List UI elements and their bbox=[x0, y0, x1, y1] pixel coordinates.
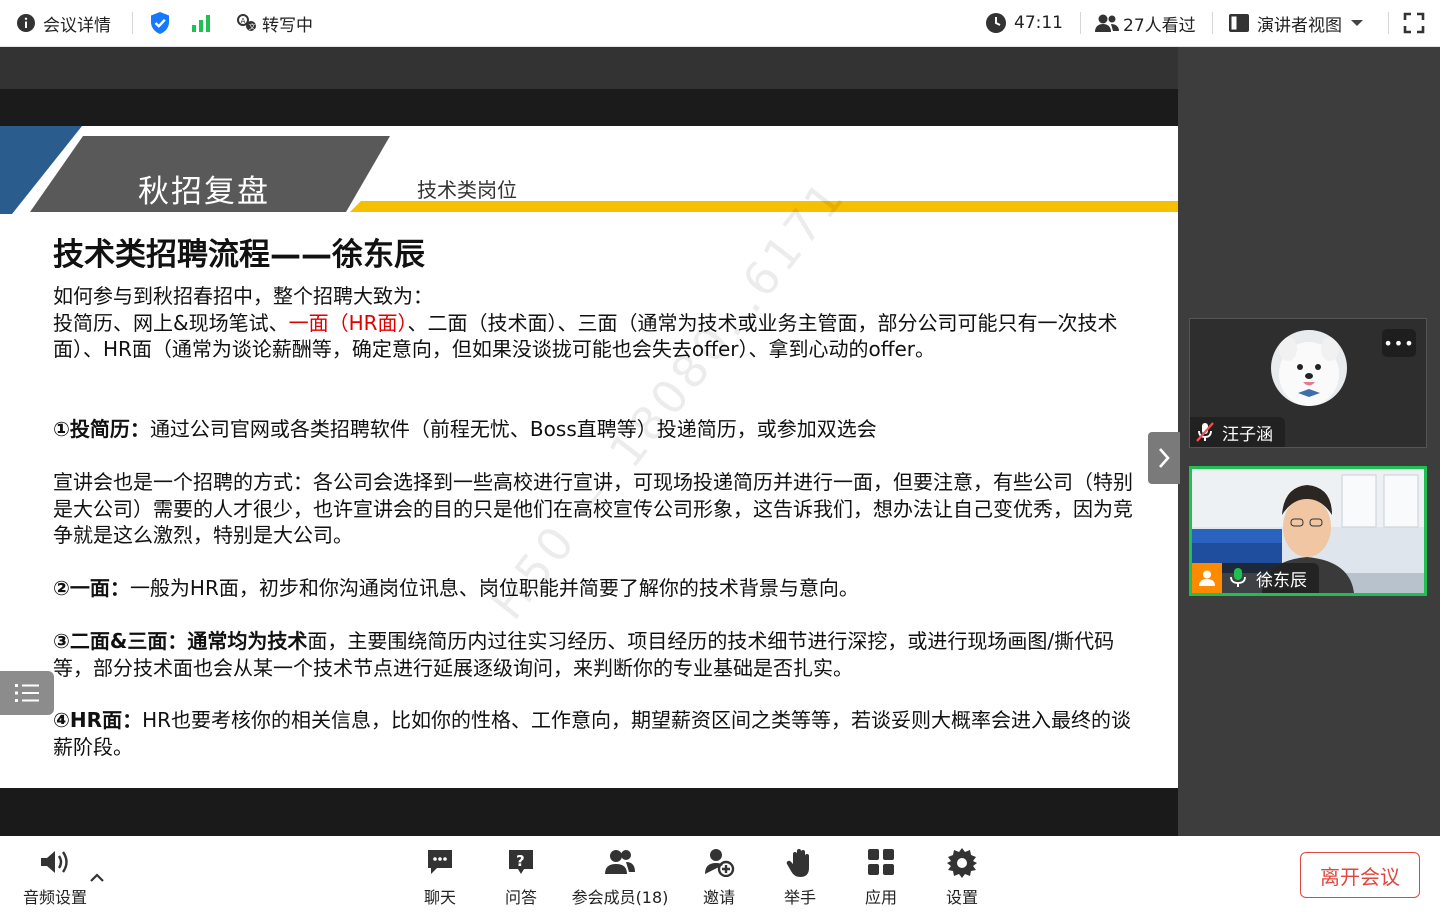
fullscreen-icon bbox=[1403, 12, 1425, 34]
intro-paragraph: 如何参与到秋招春招中，整个招聘大致为： 投简历、网上&现场笔试、一面（HR面）、… bbox=[53, 283, 1133, 363]
slide-subtitle: 技术类岗位 bbox=[417, 178, 517, 202]
viewers-count[interactable]: 27人看过 bbox=[1094, 0, 1196, 46]
list-icon bbox=[15, 684, 39, 702]
clock-icon bbox=[986, 13, 1006, 33]
slide-list-button[interactable] bbox=[0, 671, 54, 715]
mic-muted-icon bbox=[1196, 422, 1214, 442]
svg-text:文: 文 bbox=[249, 22, 256, 31]
svg-text:A: A bbox=[241, 17, 246, 25]
add-user-icon bbox=[705, 849, 735, 877]
fullscreen-button[interactable] bbox=[1403, 0, 1425, 46]
security-shield-icon[interactable] bbox=[149, 0, 171, 46]
speaker-icon bbox=[41, 851, 68, 873]
video-tile-xudongchen[interactable]: 徐东辰 bbox=[1189, 466, 1427, 596]
meeting-toolbar: 音频设置 聊天 ? 问答 参会成员(18) 邀请 举手 应用 设置 bbox=[0, 837, 1440, 915]
timer-value: 47:11 bbox=[1014, 13, 1063, 33]
avatar bbox=[1271, 330, 1347, 406]
hand-icon bbox=[786, 849, 809, 877]
participant-name: 汪子涵 bbox=[1222, 424, 1273, 445]
info-icon bbox=[17, 14, 35, 32]
viewers-label: 27人看过 bbox=[1123, 15, 1196, 36]
top-bar: 会议详情 A文 转写中 47:11 27人看过 演讲者视图 bbox=[0, 0, 1440, 47]
more-options-button[interactable]: ••• bbox=[1382, 329, 1416, 357]
chevron-right-icon bbox=[1159, 448, 1170, 468]
slide-heading: 技术类招聘流程——徐东辰 bbox=[53, 237, 425, 273]
intro-line-1: 如何参与到秋招春招中，整个招聘大致为： bbox=[53, 284, 433, 308]
participant-name: 徐东辰 bbox=[1256, 570, 1307, 591]
qa-button[interactable]: ? 问答 bbox=[476, 837, 566, 915]
gear-icon bbox=[947, 848, 977, 878]
section-resume: ①投简历：通过公司官网或各类招聘软件（前程无忧、Boss直聘等）投递简历，或参加… bbox=[53, 417, 877, 441]
host-user-icon bbox=[1192, 563, 1222, 593]
presentation-slide: 秋招复盘 技术类岗位 技术类招聘流程——徐东辰 如何参与到秋招春招中，整个招聘大… bbox=[0, 126, 1178, 788]
meeting-timer: 47:11 bbox=[985, 0, 1063, 46]
signal-bars-icon bbox=[192, 15, 210, 32]
users-icon bbox=[1095, 14, 1119, 32]
transcribing-label: 转写中 bbox=[262, 15, 313, 36]
meeting-details-button[interactable]: 会议详情 bbox=[16, 0, 111, 46]
chevron-up-icon bbox=[90, 873, 104, 882]
chat-icon bbox=[428, 850, 452, 874]
participant-name-tag: 徐东辰 bbox=[1192, 563, 1319, 593]
watermark: H50 — 18080…6171 bbox=[480, 169, 857, 630]
transcribing-status[interactable]: A文 转写中 bbox=[236, 0, 313, 46]
svg-text:?: ? bbox=[516, 852, 525, 870]
view-mode-label: 演讲者视图 bbox=[1257, 15, 1342, 36]
participant-name-tag: 汪子涵 bbox=[1190, 417, 1285, 447]
audio-options-chevron[interactable] bbox=[89, 869, 105, 888]
members-icon bbox=[605, 850, 635, 874]
settings-label: 设置 bbox=[945, 888, 978, 907]
mic-active-icon bbox=[1230, 568, 1246, 587]
collapse-panel-button[interactable] bbox=[1148, 432, 1180, 484]
settings-button[interactable]: 设置 bbox=[917, 837, 1007, 915]
shield-check-icon bbox=[151, 12, 169, 34]
audio-settings-button[interactable]: 音频设置 bbox=[10, 837, 100, 915]
members-button[interactable]: 参会成员(18) bbox=[572, 837, 668, 915]
meeting-details-label: 会议详情 bbox=[43, 15, 111, 36]
stage-top-strip bbox=[0, 47, 1178, 89]
presenter-view-icon bbox=[1229, 14, 1249, 32]
slide-title: 秋招复盘 bbox=[138, 174, 270, 210]
view-mode-dropdown[interactable]: 演讲者视图 bbox=[1228, 0, 1364, 46]
transcribe-icon: A文 bbox=[237, 14, 256, 31]
stage-bottom-strip bbox=[0, 788, 1178, 836]
intro-line-2: 投简历、网上&现场笔试、一面（HR面）、二面（技术面）、三面（通常为技术或业务主… bbox=[53, 310, 1118, 362]
section-first-interview: ②一面：一般为HR面，初步和你沟通岗位讯息、岗位职能并简要了解你的技术背景与意向… bbox=[53, 576, 859, 600]
leave-meeting-button[interactable]: 离开会议 bbox=[1300, 852, 1420, 898]
question-icon: ? bbox=[509, 850, 533, 874]
network-signal-icon[interactable] bbox=[191, 0, 213, 46]
hr-interview-highlight: 一面（HR面） bbox=[288, 310, 408, 335]
video-tile-wangzihan[interactable]: ••• 汪子涵 bbox=[1189, 318, 1427, 448]
section-second-third-interview: ③二面&三面：通常均为技术面，主要围绕简历内过往实习经历、项目经历的技术细节进行… bbox=[53, 629, 1115, 680]
section-hr-interview: ④HR面：HR也要考核你的相关信息，比如你的性格、工作意向，期望薪资区间之类等等… bbox=[53, 708, 1132, 759]
apps-grid-icon bbox=[868, 849, 894, 875]
chevron-down-icon bbox=[1351, 20, 1363, 26]
